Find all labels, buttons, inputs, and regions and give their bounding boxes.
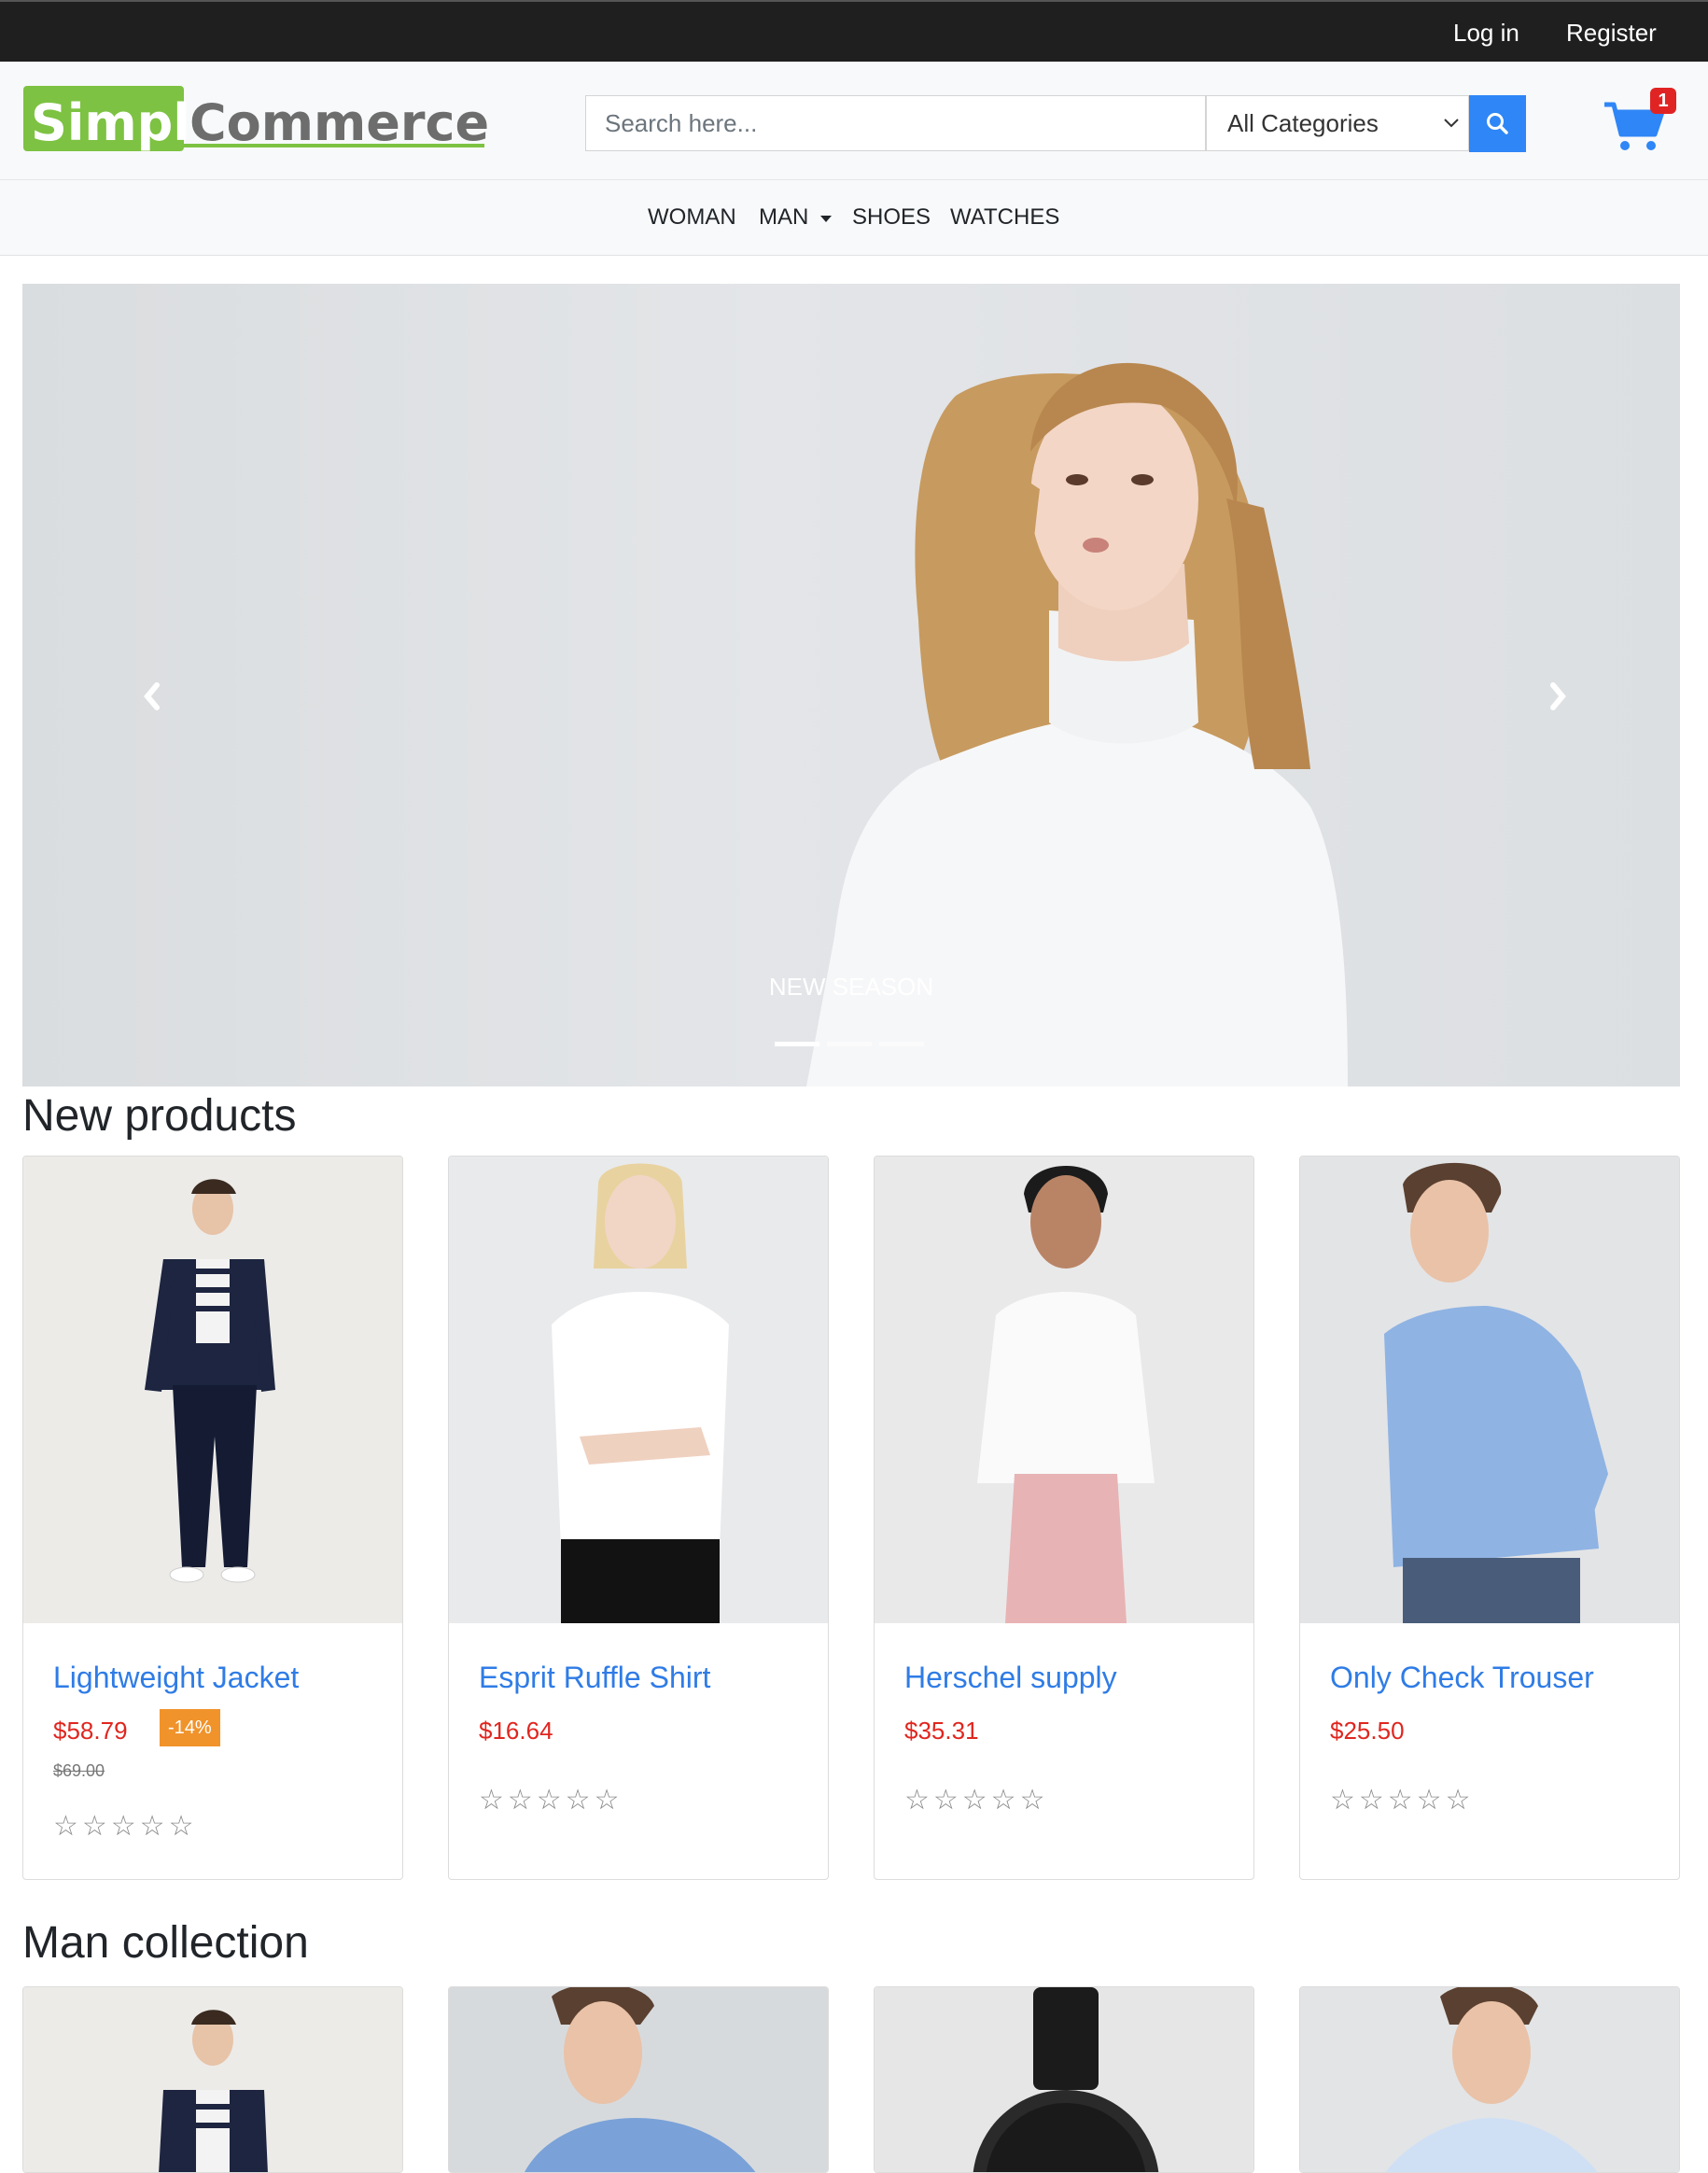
nav-item-watches[interactable]: WATCHES: [950, 204, 1059, 231]
nav-item-woman[interactable]: WOMAN: [648, 204, 736, 231]
carousel-indicator-1[interactable]: [775, 1042, 819, 1046]
product-price: $58.79: [53, 1717, 128, 1745]
product-image[interactable]: [23, 1987, 402, 2173]
hero-caption: NEW SEASON: [768, 973, 934, 1001]
search-icon: [1487, 113, 1508, 134]
discount-badge: -14%: [160, 1709, 220, 1746]
carousel-prev-icon[interactable]: [134, 668, 168, 724]
rating-stars: ☆☆☆☆☆: [479, 1785, 623, 1816]
product-card[interactable]: Herschel supply $35.31 ☆☆☆☆☆: [874, 1156, 1254, 1880]
product-image[interactable]: [449, 1987, 828, 2173]
product-price: $35.31: [904, 1717, 979, 1745]
logo-text-simpl: Simpl: [31, 93, 190, 152]
section-title-new-products: New products: [22, 1091, 297, 1141]
rating-stars: ☆☆☆☆☆: [53, 1811, 198, 1842]
section-title-man-collection: Man collection: [22, 1918, 309, 1968]
product-name[interactable]: Only Check Trouser: [1330, 1661, 1594, 1695]
caret-down-icon: [820, 216, 833, 222]
top-bar: Log in Register: [0, 0, 1708, 62]
product-card[interactable]: [22, 1986, 403, 2173]
product-image[interactable]: [23, 1157, 402, 1623]
search-input[interactable]: [585, 95, 1206, 151]
nav-item-man[interactable]: MAN: [759, 204, 833, 231]
product-image[interactable]: [449, 1157, 828, 1623]
category-select[interactable]: All Categories: [1206, 95, 1469, 151]
product-old-price: $69.00: [53, 1761, 105, 1780]
product-card[interactable]: [1299, 1986, 1680, 2173]
product-price: $25.50: [1330, 1717, 1405, 1745]
product-card[interactable]: [874, 1986, 1254, 2173]
product-name[interactable]: Lightweight Jacket: [53, 1661, 299, 1695]
product-image[interactable]: [1300, 1987, 1679, 2173]
product-card[interactable]: [448, 1986, 829, 2173]
cart-count-badge: 1: [1650, 88, 1676, 114]
hero-model-image: [806, 362, 1348, 1086]
chevron-down-icon: [1444, 119, 1459, 128]
product-card[interactable]: Lightweight Jacket $58.79 -14% $69.00 ☆☆…: [22, 1156, 403, 1880]
register-link[interactable]: Register: [1566, 19, 1657, 48]
header: Simpl Commerce All Categories 1: [0, 62, 1708, 180]
login-link[interactable]: Log in: [1453, 19, 1519, 48]
product-name[interactable]: Herschel supply: [904, 1661, 1117, 1695]
product-price: $16.64: [479, 1717, 553, 1745]
product-image[interactable]: [875, 1987, 1253, 2173]
nav-item-man-label: MAN: [759, 204, 809, 230]
product-name[interactable]: Esprit Ruffle Shirt: [479, 1661, 710, 1695]
product-card[interactable]: Esprit Ruffle Shirt $16.64 ☆☆☆☆☆: [448, 1156, 829, 1880]
logo-text-commerce: Commerce: [189, 93, 489, 152]
hero-carousel: NEW SEASON: [22, 284, 1680, 1086]
site-logo[interactable]: Simpl Commerce: [23, 86, 490, 170]
product-card[interactable]: Only Check Trouser $25.50 ☆☆☆☆☆: [1299, 1156, 1680, 1880]
product-image[interactable]: [1300, 1157, 1679, 1623]
carousel-indicator-2[interactable]: [827, 1042, 872, 1046]
rating-stars: ☆☆☆☆☆: [1330, 1785, 1475, 1816]
main-nav: WOMAN MAN SHOES WATCHES: [0, 180, 1708, 256]
category-select-value: All Categories: [1227, 109, 1379, 137]
search-button[interactable]: [1469, 95, 1526, 152]
carousel-indicator-3[interactable]: [879, 1042, 924, 1046]
rating-stars: ☆☆☆☆☆: [904, 1785, 1049, 1816]
carousel-next-icon[interactable]: [1542, 668, 1575, 724]
product-image[interactable]: [875, 1157, 1253, 1623]
nav-item-shoes[interactable]: SHOES: [852, 204, 931, 231]
